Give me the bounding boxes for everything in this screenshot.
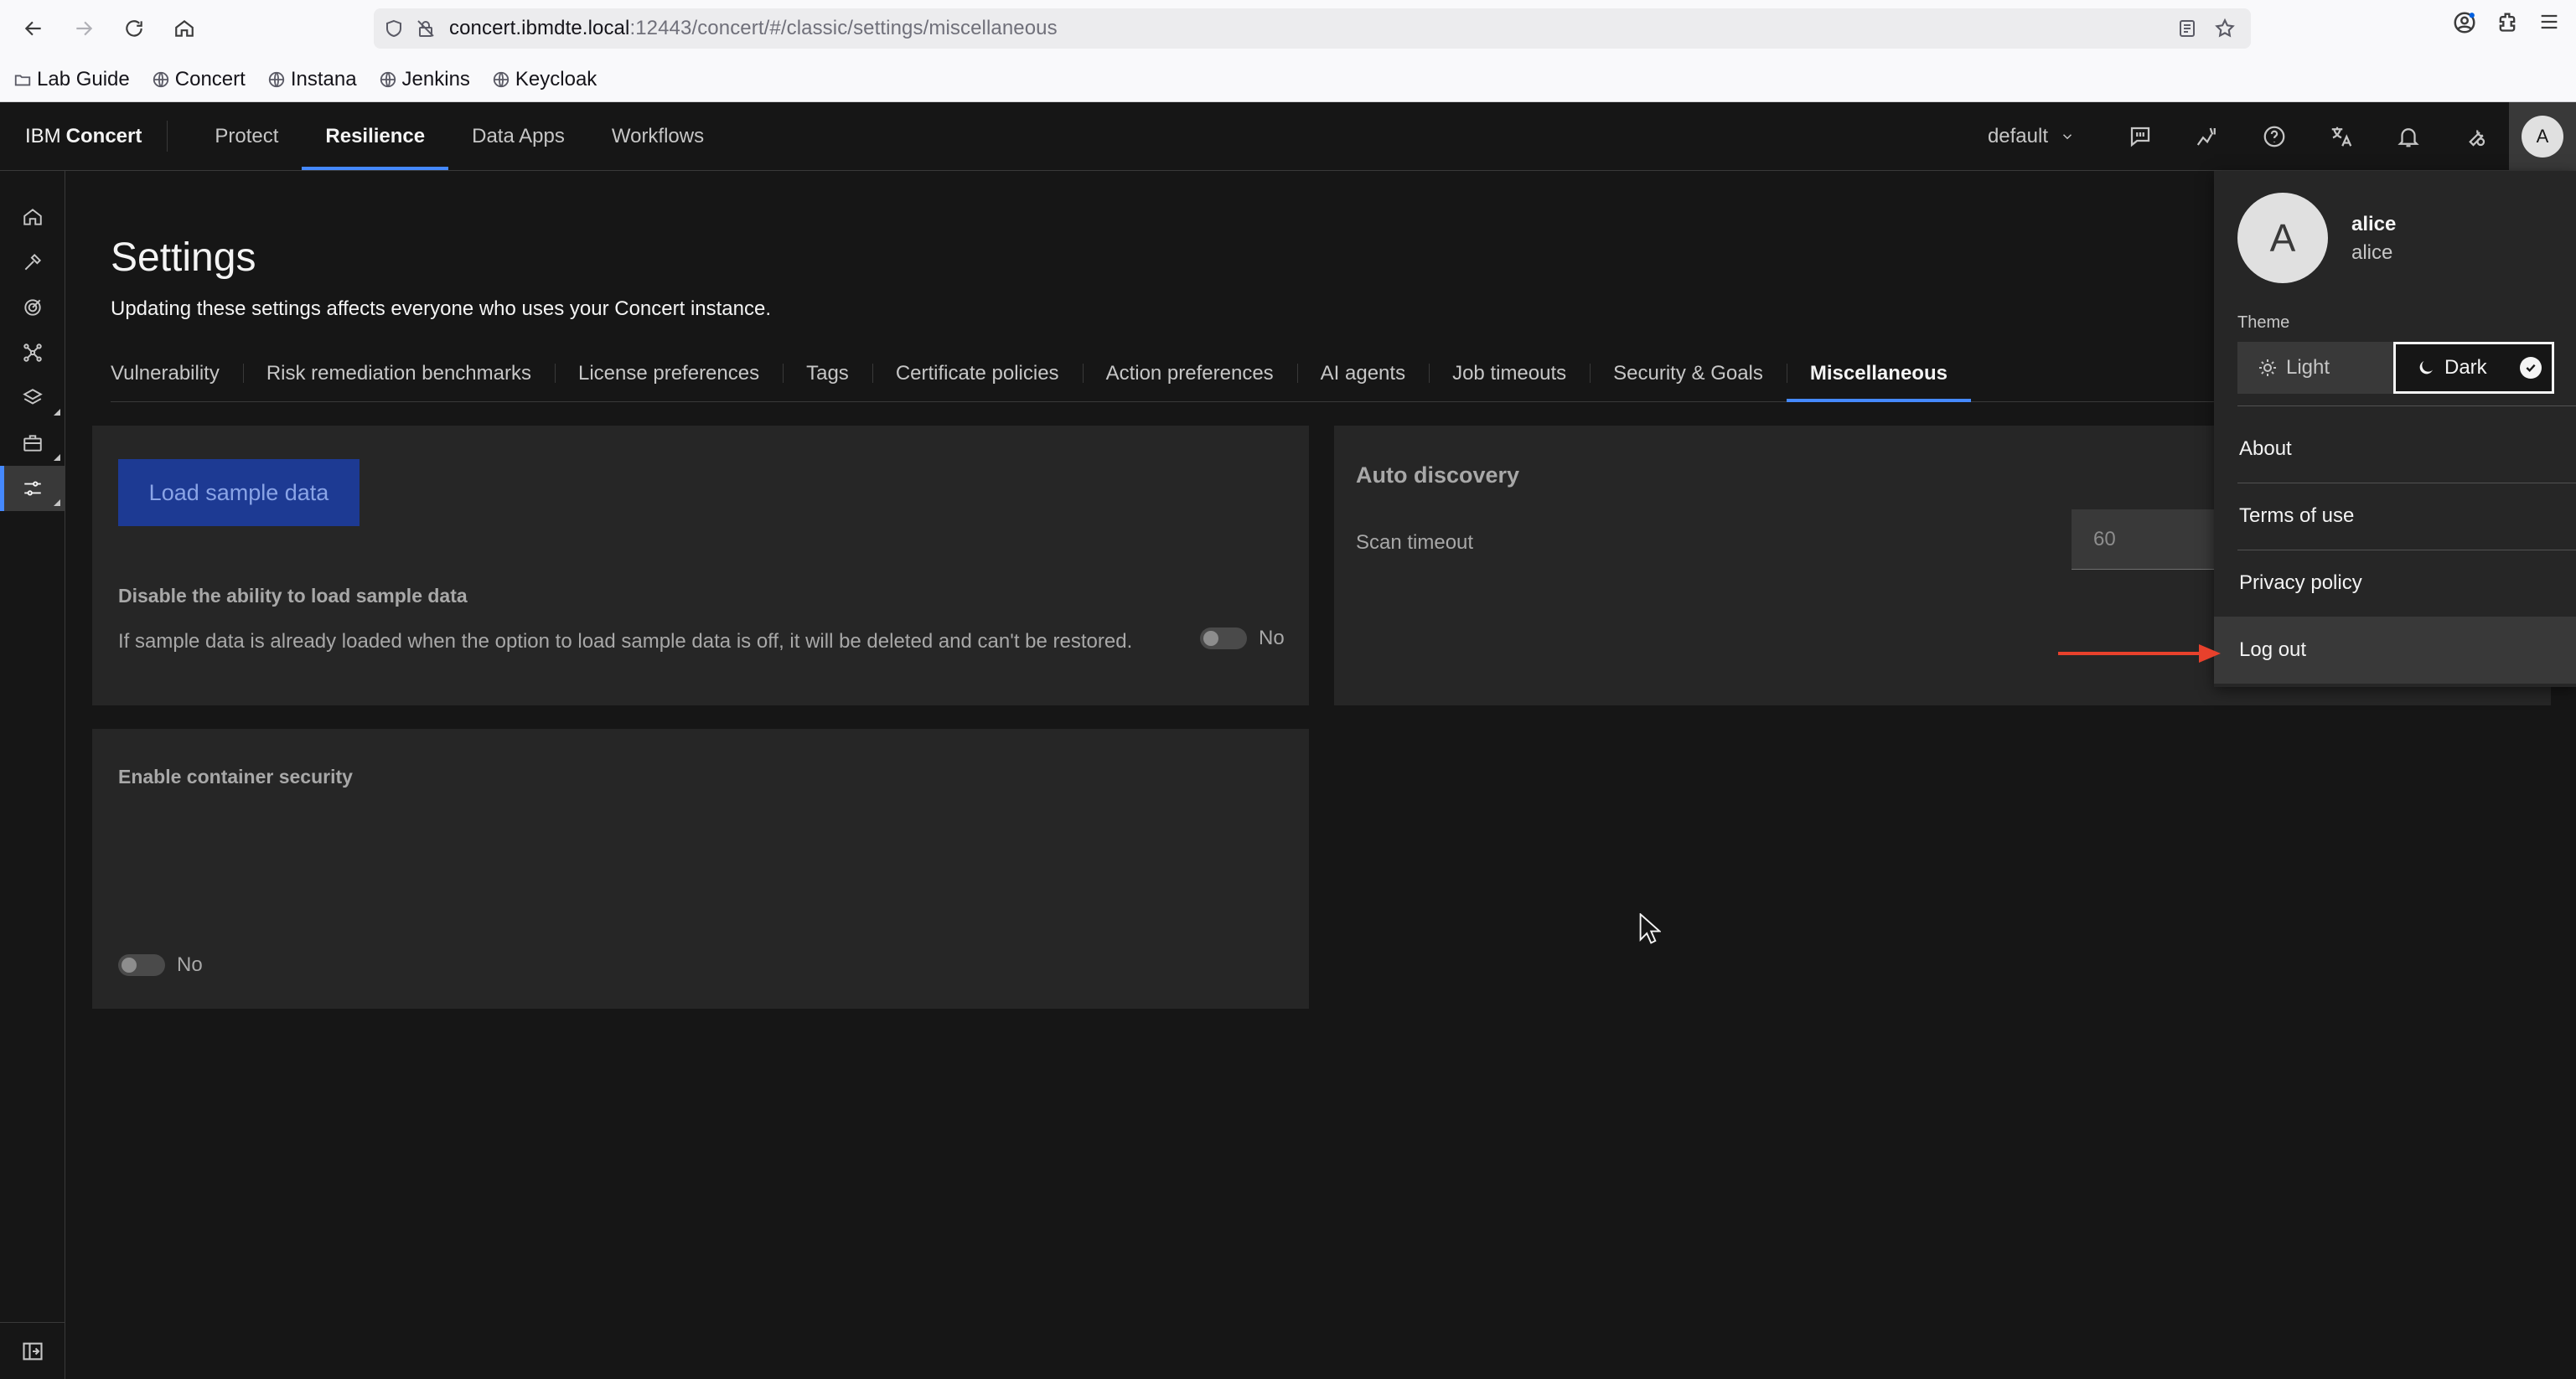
- ai-insights-icon[interactable]: [2174, 102, 2241, 171]
- theme-dark-option[interactable]: Dark: [2393, 342, 2554, 394]
- account-icon[interactable]: [2452, 10, 2477, 35]
- theme-switcher: Light Dark: [2237, 342, 2554, 394]
- bookmark-star-icon[interactable]: [2214, 18, 2236, 39]
- settings-tabs: Vulnerability Risk remediation benchmark…: [111, 345, 2231, 402]
- tab-tags[interactable]: Tags: [783, 345, 872, 401]
- tab-license-preferences[interactable]: License preferences: [554, 345, 783, 401]
- globe-icon: [267, 70, 286, 89]
- reader-mode-icon[interactable]: [2177, 18, 2197, 39]
- container-security-toggle-group: No: [118, 953, 203, 977]
- reload-icon[interactable]: [117, 12, 151, 45]
- sun-icon: [2258, 358, 2278, 378]
- auto-discovery-title: Auto discovery: [1356, 462, 1520, 488]
- help-icon[interactable]: [2241, 102, 2308, 171]
- address-bar[interactable]: concert.ibmdte.local:12443/concert/#/cla…: [374, 8, 2251, 49]
- tab-vulnerability[interactable]: Vulnerability: [111, 345, 243, 401]
- theme-label: Theme: [2237, 313, 2290, 332]
- checkmark-icon: [2520, 357, 2542, 379]
- browser-toolbar: concert.ibmdte.local:12443/concert/#/cla…: [0, 0, 2576, 57]
- left-nav-rail: [0, 171, 65, 1379]
- load-sample-data-button[interactable]: Load sample data: [118, 459, 360, 526]
- nav-resilience[interactable]: Resilience: [302, 102, 448, 170]
- shield-icon: [384, 18, 404, 39]
- toggle-state-text: No: [1259, 627, 1285, 649]
- tab-security-goals[interactable]: Security & Goals: [1590, 345, 1787, 401]
- home-icon[interactable]: [168, 12, 201, 45]
- insecure-lock-icon: [416, 18, 436, 39]
- folder-icon: [13, 70, 32, 89]
- container-security-label: Enable container security: [118, 766, 353, 788]
- menu-icon[interactable]: [2537, 10, 2561, 35]
- tab-certificate-policies[interactable]: Certificate policies: [872, 345, 1083, 401]
- mouse-cursor-icon: [1639, 913, 1661, 945]
- header-nav: Protect Resilience Data Apps Workflows: [191, 102, 727, 170]
- disable-sample-data-toggle-group: No: [1200, 627, 1285, 650]
- tab-job-timeouts[interactable]: Job timeouts: [1429, 345, 1590, 401]
- bookmark-lab-guide[interactable]: Lab Guide: [13, 68, 130, 91]
- bookmark-concert[interactable]: Concert: [152, 68, 246, 91]
- topology-icon[interactable]: [0, 330, 65, 375]
- app-header: IBM Concert Protect Resilience Data Apps …: [0, 102, 2576, 171]
- toggle-state-text: No: [177, 953, 203, 976]
- menu-about[interactable]: About: [2214, 405, 2576, 483]
- disable-sample-data-toggle[interactable]: [1200, 628, 1247, 649]
- bookmarks-bar: Lab Guide Concert Instana Jenkins Keyclo…: [0, 57, 2576, 102]
- annotation-arrow-icon: [2058, 642, 2222, 665]
- menu-privacy-policy[interactable]: Privacy policy: [2214, 550, 2576, 617]
- user-profile-panel: A alice alice Theme Light Dark About Ter…: [2214, 171, 2576, 687]
- tab-miscellaneous[interactable]: Miscellaneous: [1786, 345, 1972, 402]
- disable-sample-data-label: Disable the ability to load sample data: [118, 585, 468, 607]
- profile-name: alice: [2351, 213, 2397, 235]
- chat-icon[interactable]: [2107, 102, 2174, 171]
- workspace-select[interactable]: default: [1988, 125, 2075, 148]
- layers-icon[interactable]: [0, 375, 65, 421]
- bookmark-instana[interactable]: Instana: [267, 68, 357, 91]
- user-menu-button[interactable]: A: [2509, 102, 2576, 171]
- notification-bell-icon[interactable]: [2375, 102, 2442, 171]
- page-description: Updating these settings affects everyone…: [111, 297, 772, 320]
- back-icon[interactable]: [17, 12, 50, 45]
- theme-light-option[interactable]: Light: [2237, 342, 2393, 394]
- globe-icon: [379, 70, 397, 89]
- profile-avatar: A: [2237, 193, 2328, 283]
- page-title: Settings: [111, 235, 256, 280]
- extensions-icon[interactable]: [2496, 10, 2519, 35]
- bookmark-jenkins[interactable]: Jenkins: [379, 68, 470, 91]
- globe-icon: [492, 70, 510, 89]
- nav-protect[interactable]: Protect: [191, 102, 302, 170]
- tab-action-preferences[interactable]: Action preferences: [1082, 345, 1297, 401]
- moon-icon: [2416, 358, 2436, 378]
- tab-ai-agents[interactable]: AI agents: [1296, 345, 1429, 401]
- translate-icon[interactable]: [2308, 102, 2375, 171]
- briefcase-icon[interactable]: [0, 421, 65, 466]
- menu-terms-of-use[interactable]: Terms of use: [2214, 483, 2576, 550]
- nav-data-apps[interactable]: Data Apps: [448, 102, 588, 170]
- sample-data-tile: Load sample data Disable the ability to …: [92, 426, 1309, 705]
- tools-icon[interactable]: [0, 240, 65, 285]
- profile-menu: About Terms of use Privacy policy Log ou…: [2214, 405, 2576, 684]
- settings-sliders-icon[interactable]: [0, 466, 65, 511]
- url-text: concert.ibmdte.local:12443/concert/#/cla…: [449, 17, 1058, 39]
- profile-username: alice: [2351, 241, 2393, 264]
- bookmark-keycloak[interactable]: Keycloak: [492, 68, 597, 91]
- globe-icon: [152, 70, 170, 89]
- target-icon[interactable]: [0, 285, 65, 330]
- scan-timeout-label: Scan timeout: [1356, 531, 1474, 554]
- tab-risk-remediation-benchmarks[interactable]: Risk remediation benchmarks: [242, 345, 555, 401]
- container-security-tile: Enable container security No: [92, 729, 1309, 1009]
- nav-workflows[interactable]: Workflows: [588, 102, 727, 170]
- brand-logo[interactable]: IBM Concert: [0, 121, 168, 152]
- avatar: A: [2522, 116, 2563, 158]
- forward-icon[interactable]: [67, 12, 101, 45]
- expand-sidebar-icon[interactable]: [0, 1322, 65, 1379]
- home-icon[interactable]: [0, 194, 65, 240]
- chevron-down-icon: [2060, 129, 2075, 144]
- menu-log-out[interactable]: Log out: [2214, 617, 2576, 684]
- disable-sample-data-description: If sample data is already loaded when th…: [118, 630, 1133, 653]
- container-security-toggle[interactable]: [118, 954, 165, 976]
- admin-tools-icon[interactable]: [2442, 102, 2509, 171]
